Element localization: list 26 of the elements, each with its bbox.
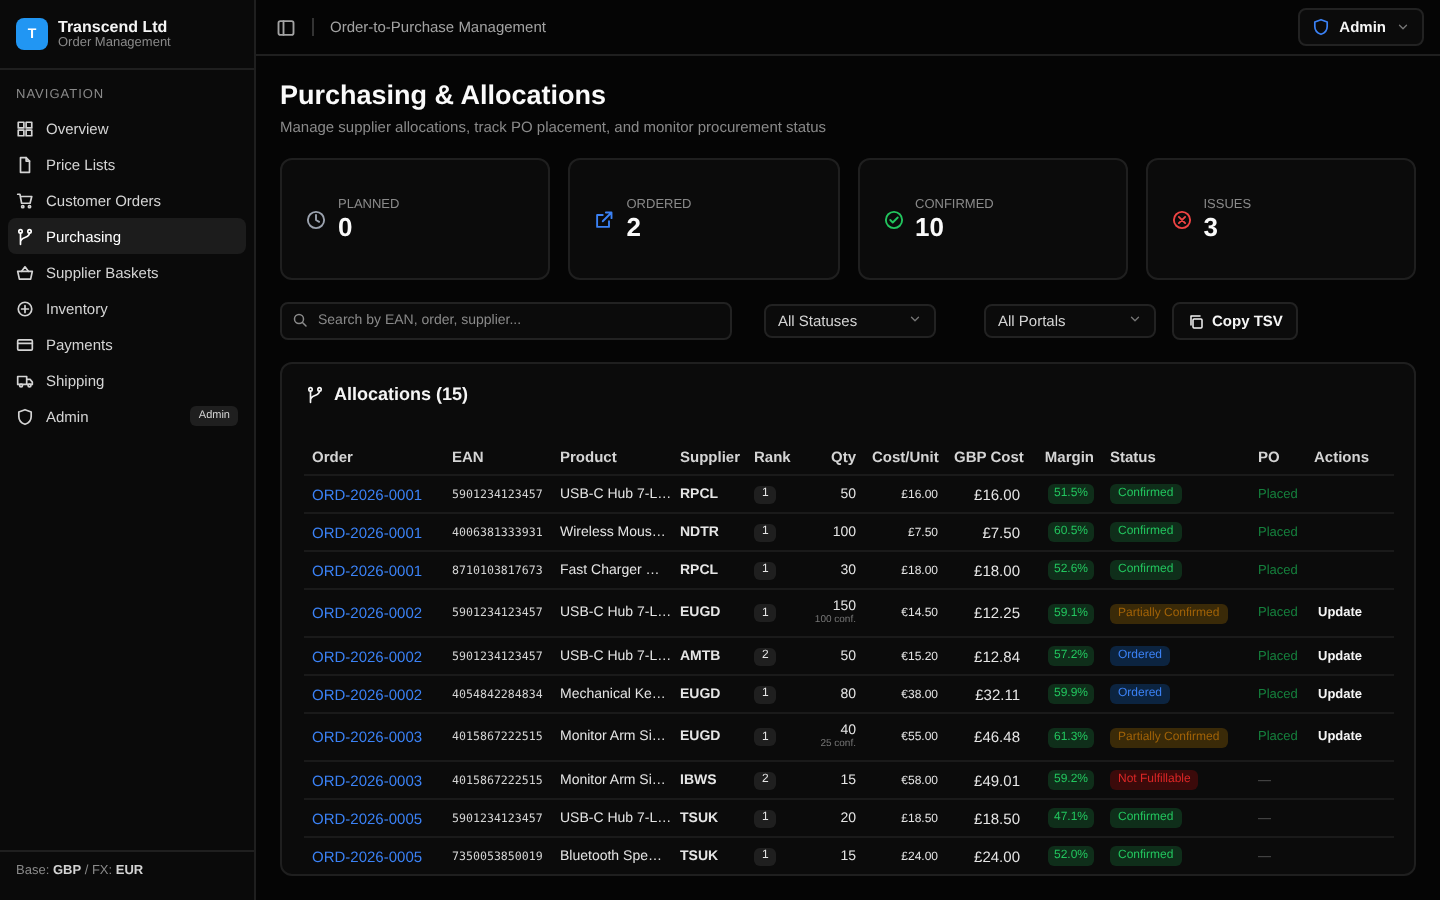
card-title: Allocations (15) bbox=[334, 384, 469, 404]
external-link-icon bbox=[594, 209, 615, 229]
company-name: Transcend Ltd bbox=[58, 18, 170, 36]
page-title: Purchasing & Allocations bbox=[280, 80, 609, 110]
copy-icon bbox=[1188, 313, 1204, 329]
card-icon bbox=[16, 335, 34, 353]
stat-value: 3 bbox=[1203, 211, 1220, 241]
stat-value: 10 bbox=[915, 211, 946, 241]
grid-icon bbox=[16, 119, 34, 137]
chevron-icon bbox=[1128, 312, 1142, 326]
check-circle-icon bbox=[883, 209, 903, 229]
truck-icon bbox=[16, 371, 34, 389]
stat-value: 0 bbox=[338, 211, 355, 241]
x-circle-icon bbox=[1171, 209, 1192, 229]
basket-icon bbox=[16, 263, 34, 281]
chevron-icon bbox=[908, 312, 922, 326]
branch-icon bbox=[306, 385, 324, 403]
shield-icon bbox=[16, 407, 34, 425]
shield-icon bbox=[1311, 18, 1330, 36]
stat-value: 2 bbox=[626, 211, 643, 241]
document-icon bbox=[16, 155, 34, 173]
clock-icon bbox=[306, 209, 326, 229]
branch-icon bbox=[16, 227, 34, 245]
chevron-icon bbox=[1396, 20, 1410, 34]
circle-plus-icon bbox=[16, 299, 34, 317]
cart-icon bbox=[16, 191, 34, 209]
